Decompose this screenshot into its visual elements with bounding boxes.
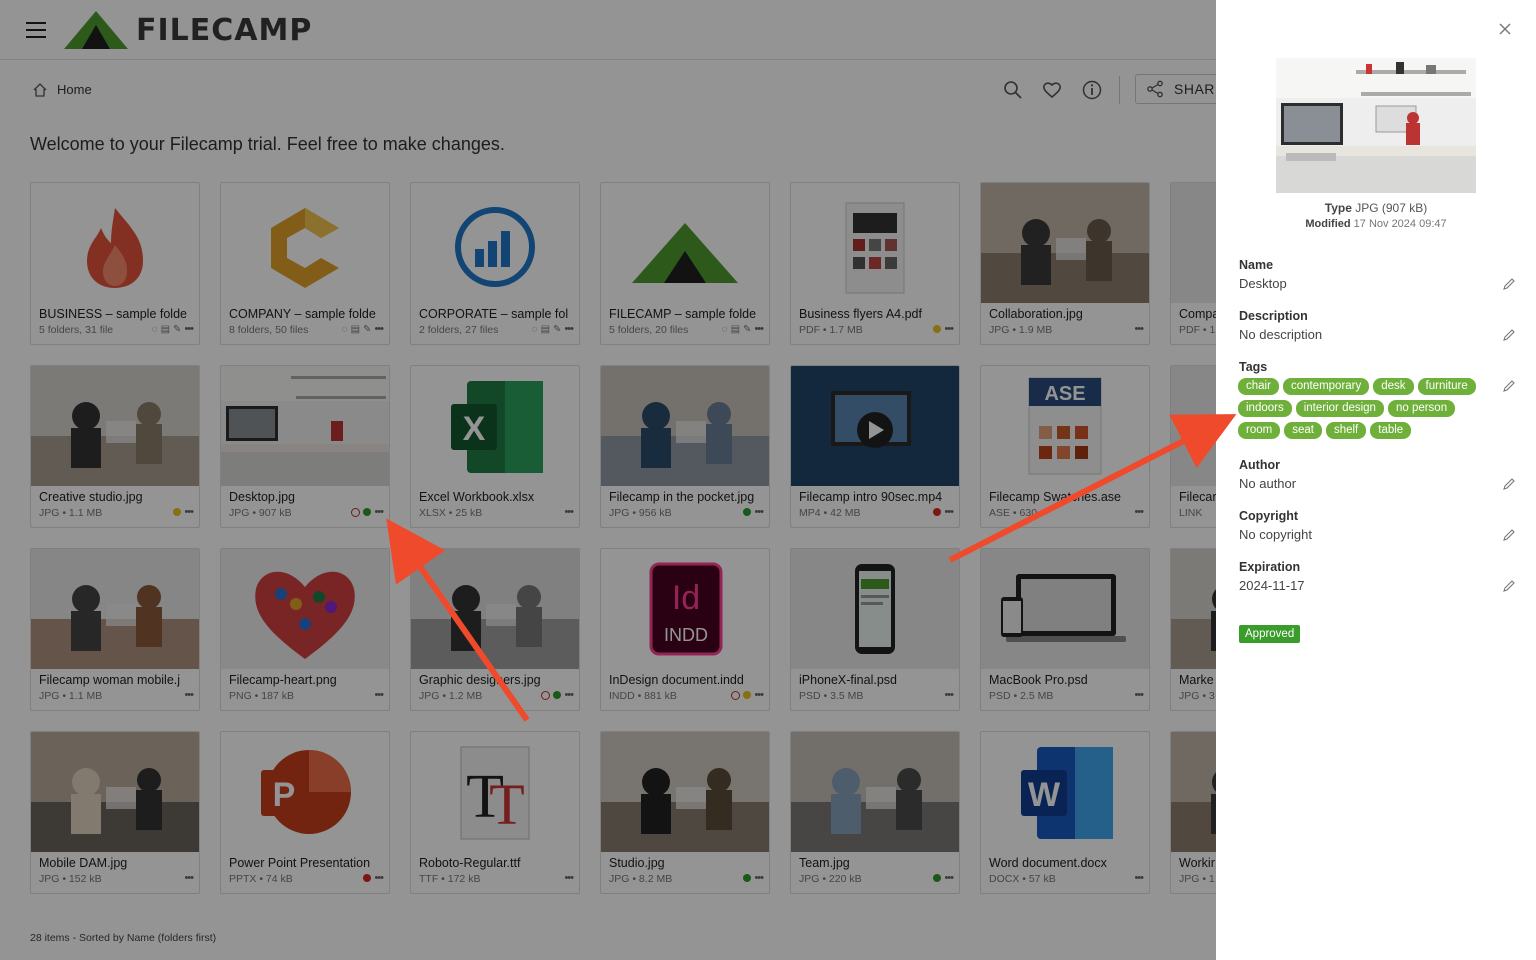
tag-chip[interactable]: furniture	[1417, 378, 1476, 395]
edit-tags-pencil-icon[interactable]	[1502, 379, 1516, 393]
author-label: Author	[1239, 458, 1280, 472]
tag-chip[interactable]: shelf	[1325, 422, 1367, 439]
preview-image	[1276, 58, 1476, 193]
name-label: Name	[1239, 258, 1274, 272]
expiration-value: 2024-11-17	[1239, 578, 1305, 593]
details-panel: Type JPG (907 kB) Modified 17 Nov 2024 0…	[1216, 0, 1536, 960]
tag-chip[interactable]: table	[1370, 422, 1412, 439]
type-label: Type	[1324, 201, 1352, 215]
edit-name-pencil-icon[interactable]	[1502, 277, 1516, 291]
tag-chip[interactable]: interior design	[1295, 400, 1384, 417]
tag-chip[interactable]: seat	[1284, 422, 1322, 439]
tag-chip[interactable]: room	[1238, 422, 1281, 439]
file-type-line: Type JPG (907 kB)	[1216, 201, 1536, 215]
expiration-label: Expiration	[1239, 560, 1301, 574]
tag-chip[interactable]: desk	[1373, 378, 1414, 395]
description-label: Description	[1239, 309, 1308, 323]
edit-expiration-pencil-icon[interactable]	[1502, 579, 1516, 593]
edit-description-pencil-icon[interactable]	[1502, 328, 1516, 342]
tag-chip[interactable]: contemporary	[1282, 378, 1370, 395]
close-icon[interactable]	[1497, 21, 1513, 37]
type-value: JPG (907 kB)	[1355, 201, 1428, 215]
tag-chip[interactable]: indoors	[1238, 400, 1292, 417]
modified-line: Modified 17 Nov 2024 09:47	[1216, 218, 1536, 230]
tag-list: chair contemporary desk furniture indoors int…	[1238, 378, 1498, 439]
name-value: Desktop	[1239, 276, 1287, 291]
modified-value: 17 Nov 2024 09:47	[1353, 218, 1447, 230]
modified-label: Modified	[1305, 218, 1351, 230]
edit-author-pencil-icon[interactable]	[1502, 477, 1516, 491]
dim-overlay[interactable]	[0, 0, 1216, 960]
tag-chip[interactable]: no person	[1387, 400, 1456, 417]
edit-copyright-pencil-icon[interactable]	[1502, 528, 1516, 542]
approved-status-badge[interactable]: Approved	[1239, 625, 1301, 643]
tag-chip[interactable]: chair	[1238, 378, 1279, 395]
tags-label: Tags	[1239, 360, 1268, 374]
copyright-value: No copyright	[1239, 527, 1312, 542]
author-value: No author	[1239, 476, 1297, 491]
description-value: No description	[1239, 327, 1323, 342]
copyright-label: Copyright	[1239, 509, 1299, 523]
